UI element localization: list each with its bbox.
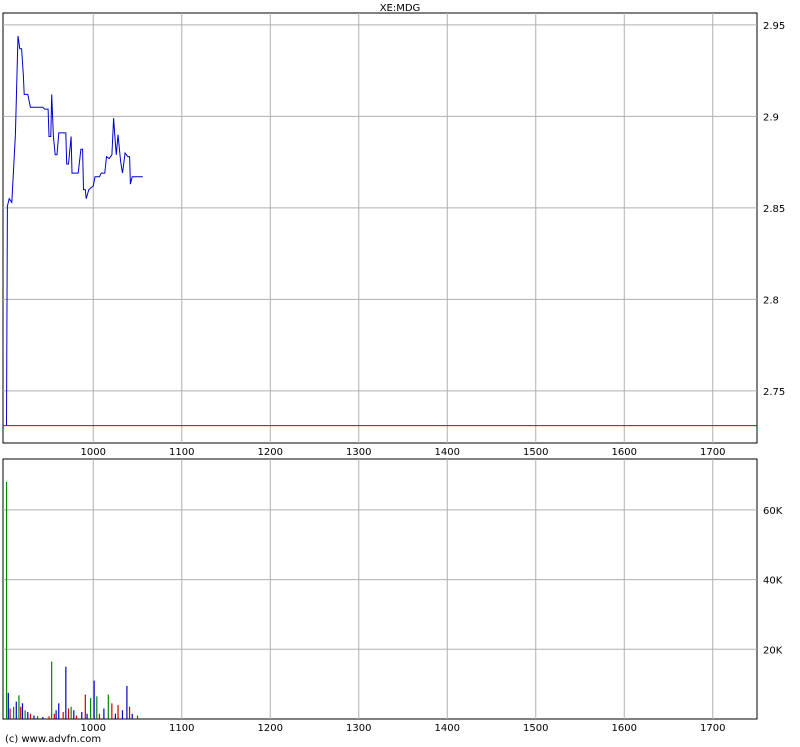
volume-x-tick-label: 1700 (700, 723, 725, 734)
price-x-tick-label: 1300 (346, 447, 371, 458)
credit-text: (c) www.advfn.com (5, 734, 101, 745)
price-y-axis-ticks: 2.95 2.9 2.85 2.8 2.75 (763, 21, 785, 398)
volume-x-tick-label: 1600 (612, 723, 637, 734)
volume-x-tick-label: 1400 (435, 723, 460, 734)
stock-chart: XE:MDG 1000 1100 1200 1300 1400 1500 1600 1700 … (2, 3, 785, 745)
volume-y-tick-label: 20K (763, 645, 783, 656)
price-x-tick-label: 1600 (612, 447, 637, 458)
volume-x-tick-label: 1200 (258, 723, 283, 734)
volume-y-tick-label: 40K (763, 576, 783, 587)
volume-y-axis-ticks: 20K 40K 60K (763, 506, 783, 656)
price-x-tick-label: 1000 (81, 447, 106, 458)
price-x-axis-ticks: 1000 1100 1200 1300 1400 1500 1600 1700 (81, 447, 726, 458)
volume-x-tick-label: 1500 (523, 723, 548, 734)
price-y-tick-label: 2.8 (763, 295, 779, 306)
volume-x-tick-label: 1000 (81, 723, 106, 734)
price-y-tick-label: 2.75 (763, 387, 785, 398)
price-y-tick-label: 2.95 (763, 21, 785, 32)
price-y-tick-label: 2.85 (763, 204, 785, 215)
price-x-tick-label: 1500 (523, 447, 548, 458)
volume-x-tick-label: 1100 (169, 723, 194, 734)
volume-x-tick-label: 1300 (346, 723, 371, 734)
price-y-tick-label: 2.9 (763, 112, 779, 123)
volume-plot-frame (2, 458, 758, 720)
volume-y-tick-label: 60K (763, 506, 783, 517)
price-x-tick-label: 1100 (169, 447, 194, 458)
volume-x-axis-ticks: 1000 1100 1200 1300 1400 1500 1600 1700 (81, 723, 726, 734)
volume-panel: 1000 1100 1200 1300 1400 1500 1600 1700 20K 40K 6… (2, 458, 783, 734)
price-x-tick-label: 1700 (700, 447, 725, 458)
price-plot-frame (2, 12, 758, 444)
price-panel: XE:MDG 1000 1100 1200 1300 1400 1500 1600 1700 … (2, 3, 785, 458)
price-x-tick-label: 1200 (258, 447, 283, 458)
chart-title: XE:MDG (380, 3, 421, 14)
price-x-tick-label: 1400 (435, 447, 460, 458)
